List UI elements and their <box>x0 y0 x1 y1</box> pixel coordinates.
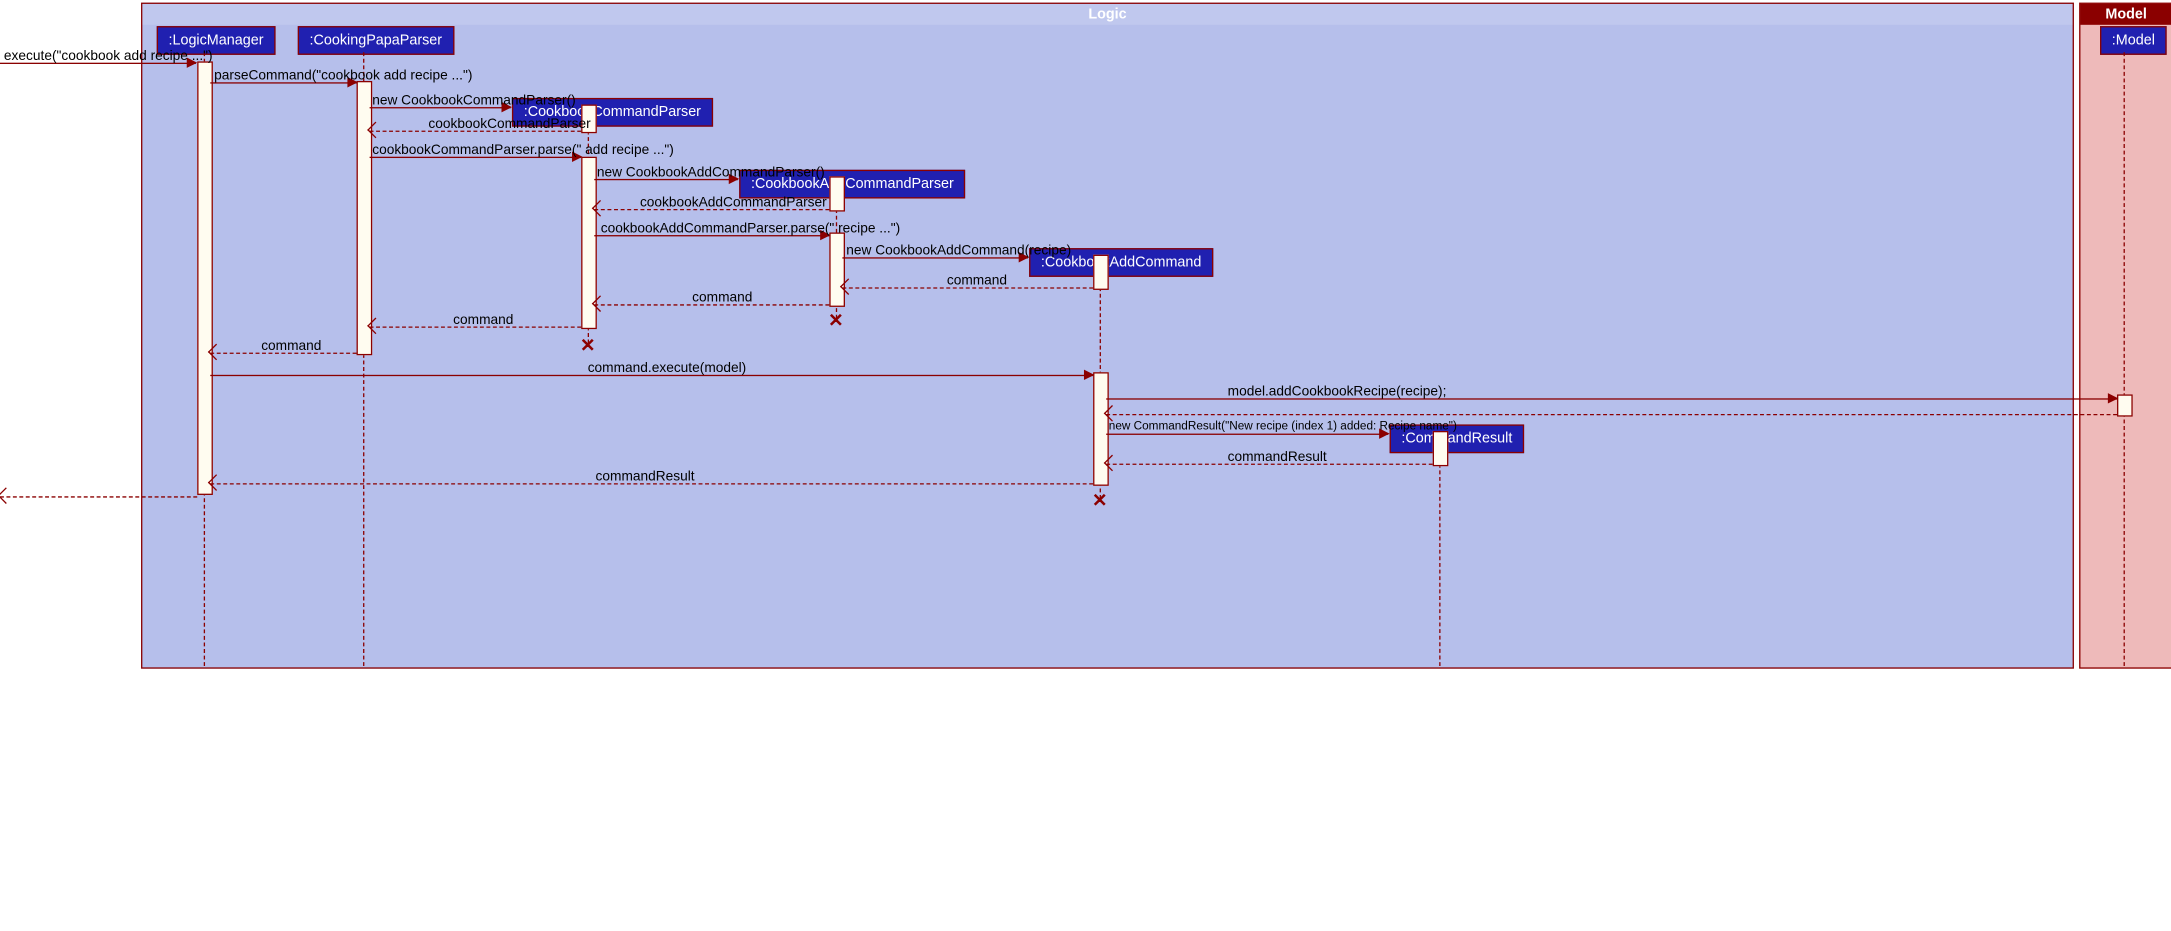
msg-label: new CookbookCommandParser() <box>372 93 576 109</box>
msg-label: cookbookCommandParser.parse(" add recipe… <box>372 142 674 158</box>
msg-label: command <box>261 338 321 354</box>
msg-label: command <box>453 312 513 328</box>
head-cooking-papa-parser: :CookingPapaParser <box>298 26 454 55</box>
logic-box-title: Logic <box>142 4 2072 25</box>
activation <box>1433 431 1449 466</box>
activation <box>829 232 845 306</box>
arrow <box>1106 414 2117 415</box>
activation <box>357 81 373 355</box>
msg-label: new CommandResult("New recipe (index 1) … <box>1109 419 1457 432</box>
msg-label: command <box>692 290 752 306</box>
msg-label: new CookbookAddCommand(recipe) <box>846 243 1071 259</box>
msg-label: parseCommand("cookbook add recipe ...") <box>214 68 472 84</box>
activation <box>1093 372 1109 486</box>
msg-label: model.addCookbookRecipe(recipe); <box>1228 384 1447 400</box>
destroy-icon: ✕ <box>828 312 844 328</box>
activation <box>1093 255 1109 290</box>
msg-label: commandResult <box>596 469 695 485</box>
arrow-head-icon <box>2108 393 2118 403</box>
lifeline <box>1439 451 1440 666</box>
arrow-head-icon <box>0 487 14 504</box>
msg-label: new CookbookAddCommandParser() <box>597 165 825 181</box>
msg-label: cookbookCommandParser <box>428 116 590 132</box>
model-box-title: Model <box>2080 4 2171 25</box>
msg-label: command <box>947 273 1007 289</box>
activation <box>197 61 213 495</box>
msg-label: commandResult <box>1228 449 1327 465</box>
msg-label: cookbookAddCommandParser.parse(" recipe … <box>601 221 900 237</box>
head-model: :Model <box>2100 26 2167 55</box>
arrow <box>1106 434 1388 435</box>
arrow <box>0 496 197 497</box>
destroy-icon: ✕ <box>580 337 596 353</box>
arrow-head-icon <box>1084 370 1094 380</box>
msg-label: command.execute(model) <box>588 360 747 376</box>
lifeline <box>2124 52 2125 666</box>
model-box: Model <box>2079 3 2171 669</box>
activation <box>829 176 845 211</box>
activation <box>2117 394 2133 416</box>
sequence-diagram: Logic Model :LogicManager :CookingPapaPa… <box>0 0 2171 931</box>
msg-label: cookbookAddCommandParser <box>640 195 827 211</box>
destroy-icon: ✕ <box>1092 492 1108 508</box>
msg-label: execute("cookbook add recipe ...") <box>4 48 213 64</box>
